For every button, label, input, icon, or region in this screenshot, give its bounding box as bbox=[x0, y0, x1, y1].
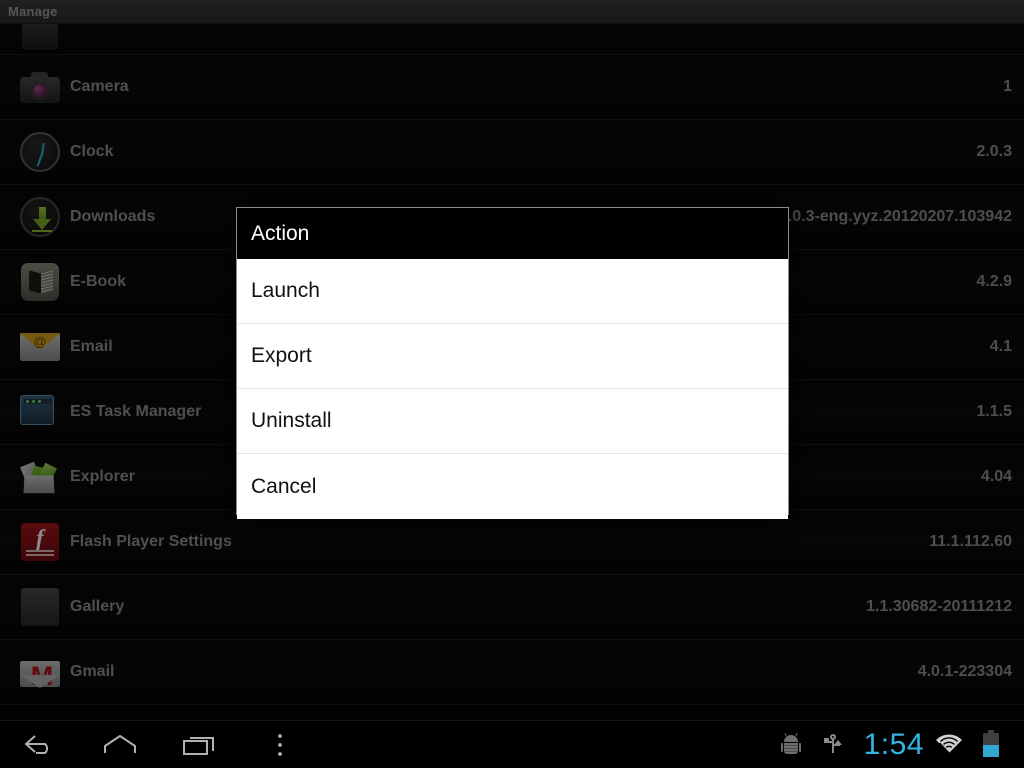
android-debug-status[interactable] bbox=[770, 721, 812, 768]
dialog-option-export[interactable]: Export bbox=[237, 324, 788, 389]
recents-icon bbox=[183, 736, 214, 755]
back-button[interactable] bbox=[0, 721, 80, 768]
usb-icon bbox=[823, 733, 842, 756]
dialog-option-cancel[interactable]: Cancel bbox=[237, 454, 788, 519]
system-navigation-bar: 1:54 bbox=[0, 720, 1024, 768]
dialog-title: Action bbox=[237, 208, 788, 259]
dialog-option-list[interactable]: Launch Export Uninstall Cancel bbox=[237, 259, 788, 519]
dialog-option-launch[interactable]: Launch bbox=[237, 259, 788, 324]
home-icon bbox=[104, 734, 136, 753]
recents-button[interactable] bbox=[160, 721, 240, 768]
status-icons: 1:54 bbox=[770, 721, 1024, 768]
usb-status[interactable] bbox=[812, 721, 854, 768]
battery-status[interactable] bbox=[970, 721, 1012, 768]
battery-icon bbox=[983, 729, 999, 757]
back-icon bbox=[24, 734, 48, 754]
wifi-icon bbox=[936, 733, 962, 753]
wifi-status[interactable] bbox=[928, 721, 970, 768]
dialog-option-uninstall[interactable]: Uninstall bbox=[237, 389, 788, 454]
menu-icon bbox=[278, 733, 282, 756]
home-button[interactable] bbox=[80, 721, 160, 768]
action-dialog: Action Launch Export Uninstall Cancel bbox=[236, 207, 789, 519]
menu-button[interactable] bbox=[240, 721, 320, 768]
status-clock[interactable]: 1:54 bbox=[854, 728, 928, 762]
android-debug-icon bbox=[780, 732, 801, 755]
